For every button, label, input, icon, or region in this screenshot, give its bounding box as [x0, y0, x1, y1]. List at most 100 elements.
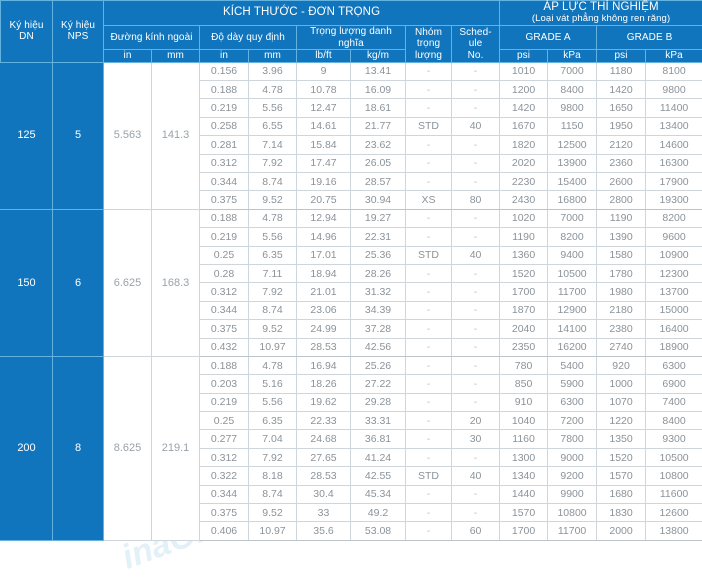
cell-nominal-weight-lbft: 27.65 [296, 447, 351, 468]
cell-grade-b-kpa: 10800 [645, 466, 702, 486]
header-schedule-no: Sched- ule No. [450, 25, 501, 63]
cell-grade-b-psi: 1420 [596, 80, 647, 100]
header-row-subgroups: Đường kính ngoài Độ dày quy định Trọng l… [1, 25, 702, 63]
cell-grade-b-kpa: 12300 [645, 263, 702, 284]
cell-schedule-no: - [450, 282, 501, 302]
cell-grade-b-psi: 1520 [596, 447, 647, 468]
cell-weight-group: - [405, 282, 452, 302]
cell-weight-group: - [405, 80, 452, 100]
cell-grade-a-psi: 1190 [499, 227, 549, 247]
cell-outer-diameter-in: 8.625 [103, 355, 152, 541]
cell-wall-thickness-mm: 7.92 [248, 282, 297, 302]
cell-nps: 8 [52, 355, 104, 541]
pipe-specification-table: Ký hiệu DN Ký hiệu NPS KÍCH THƯỚC - ĐƠN … [0, 0, 702, 541]
cell-grade-a-kpa: 10500 [547, 263, 598, 284]
cell-grade-a-kpa: 11700 [547, 521, 598, 541]
header-nps-line2: NPS [67, 31, 89, 43]
cell-wall-thickness-mm: 8.74 [248, 171, 297, 192]
cell-nominal-weight-kgm: 37.28 [350, 319, 406, 339]
cell-schedule-no: - [450, 484, 501, 505]
cell-nominal-weight-lbft: 19.16 [296, 171, 351, 192]
header-group-pressure: ÁP LỰC THÍ NGHIỆM (Loại vát phẳng không … [499, 0, 702, 27]
cell-grade-b-psi: 1950 [596, 116, 647, 137]
cell-nominal-weight-kgm: 31.32 [350, 282, 406, 302]
cell-grade-b-kpa: 8400 [645, 411, 702, 431]
cell-schedule-no: - [450, 503, 501, 523]
cell-wall-thickness-mm: 5.16 [248, 374, 297, 394]
cell-schedule-no: - [450, 374, 501, 394]
cell-grade-b-kpa: 17900 [645, 171, 702, 192]
cell-weight-group: XS [405, 190, 452, 210]
cell-wall-thickness-mm: 8.74 [248, 300, 297, 321]
cell-weight-group: - [405, 98, 452, 118]
cell-weight-group: - [405, 355, 452, 376]
header-weight-group-line1: Nhóm [414, 26, 443, 38]
cell-grade-a-psi: 850 [499, 374, 549, 394]
cell-weight-group: - [405, 61, 452, 82]
cell-nps: 5 [52, 61, 104, 210]
cell-schedule-no: 30 [450, 429, 501, 449]
cell-nominal-weight-lbft: 23.06 [296, 300, 351, 321]
cell-wall-thickness-mm: 8.74 [248, 484, 297, 505]
cell-schedule-no: - [450, 300, 501, 321]
cell-grade-b-psi: 2380 [596, 319, 647, 339]
cell-nominal-weight-kgm: 42.56 [350, 337, 406, 357]
cell-wall-thickness-mm: 9.52 [248, 503, 297, 523]
cell-weight-group: - [405, 319, 452, 339]
cell-wall-thickness-mm: 4.78 [248, 355, 297, 376]
cell-wall-thickness-in: 0.312 [199, 153, 249, 173]
cell-grade-b-kpa: 9300 [645, 429, 702, 449]
cell-schedule-no: - [450, 355, 501, 376]
cell-grade-a-psi: 1820 [499, 135, 549, 155]
cell-grade-a-psi: 1420 [499, 98, 549, 118]
cell-schedule-no: - [450, 80, 501, 100]
cell-nominal-weight-kgm: 28.26 [350, 263, 406, 284]
cell-grade-b-kpa: 11400 [645, 98, 702, 118]
cell-grade-a-psi: 1340 [499, 466, 549, 486]
cell-grade-a-psi: 1700 [499, 521, 549, 541]
table-header: Ký hiệu DN Ký hiệu NPS KÍCH THƯỚC - ĐƠN … [0, 0, 702, 63]
unit-od-in: in [103, 49, 152, 63]
cell-nominal-weight-lbft: 12.47 [296, 98, 351, 118]
cell-grade-b-kpa: 8100 [645, 61, 702, 82]
table-row: 125 5 5.563 141.3 0.156 3.96 9 13.41- -1010 7000 1… [0, 61, 702, 210]
header-nominal-weight-line2: nghĩa [338, 37, 364, 49]
cell-grade-a-psi: 1300 [499, 447, 549, 468]
cell-nps: 6 [52, 208, 104, 357]
cell-wall-thickness-in: 0.203 [199, 374, 249, 394]
cell-grade-a-kpa: 12500 [547, 135, 598, 155]
header-dn: Ký hiệu DN [0, 0, 53, 63]
cell-grade-a-kpa: 6300 [547, 392, 598, 413]
cell-nominal-weight-kgm: 25.26 [350, 355, 406, 376]
cell-grade-a-kpa: 10800 [547, 503, 598, 523]
cell-grade-b-kpa: 10500 [645, 447, 702, 468]
cell-nominal-weight-lbft: 24.99 [296, 319, 351, 339]
cell-nominal-weight-kgm: 13.41 [350, 61, 406, 82]
cell-schedule-no: 40 [450, 466, 501, 486]
cell-nominal-weight-kgm: 16.09 [350, 80, 406, 100]
cell-schedule-no: 60 [450, 521, 501, 541]
cell-grade-b-psi: 1830 [596, 503, 647, 523]
cell-weight-group: - [405, 447, 452, 468]
cell-nominal-weight-kgm: 29.28 [350, 392, 406, 413]
unit-grade-a-psi: psi [499, 49, 549, 63]
unit-weight-kgm: kg/m [350, 49, 406, 63]
cell-wall-thickness-mm: 6.35 [248, 245, 297, 265]
cell-grade-a-kpa: 9400 [547, 245, 598, 265]
cell-grade-b-psi: 2740 [596, 337, 647, 357]
unit-wt-mm: mm [248, 49, 297, 63]
cell-grade-a-psi: 1870 [499, 300, 549, 321]
cell-weight-group: - [405, 521, 452, 541]
cell-weight-group: - [405, 374, 452, 394]
cell-grade-a-kpa: 9000 [547, 447, 598, 468]
unit-od-mm: mm [151, 49, 200, 63]
cell-grade-b-psi: 1650 [596, 98, 647, 118]
cell-wall-thickness-in: 0.28 [199, 263, 249, 284]
cell-grade-a-kpa: 7000 [547, 61, 598, 82]
cell-grade-a-kpa: 14100 [547, 319, 598, 339]
unit-grade-b-kpa: kPa [645, 49, 702, 63]
cell-schedule-no: - [450, 171, 501, 192]
cell-nominal-weight-lbft: 9 [296, 61, 351, 82]
cell-wall-thickness-mm: 10.97 [248, 521, 297, 541]
table-row: 150 6 6.625 168.3 0.188 4.78 12.94 19.27- -1020 7… [0, 208, 702, 357]
